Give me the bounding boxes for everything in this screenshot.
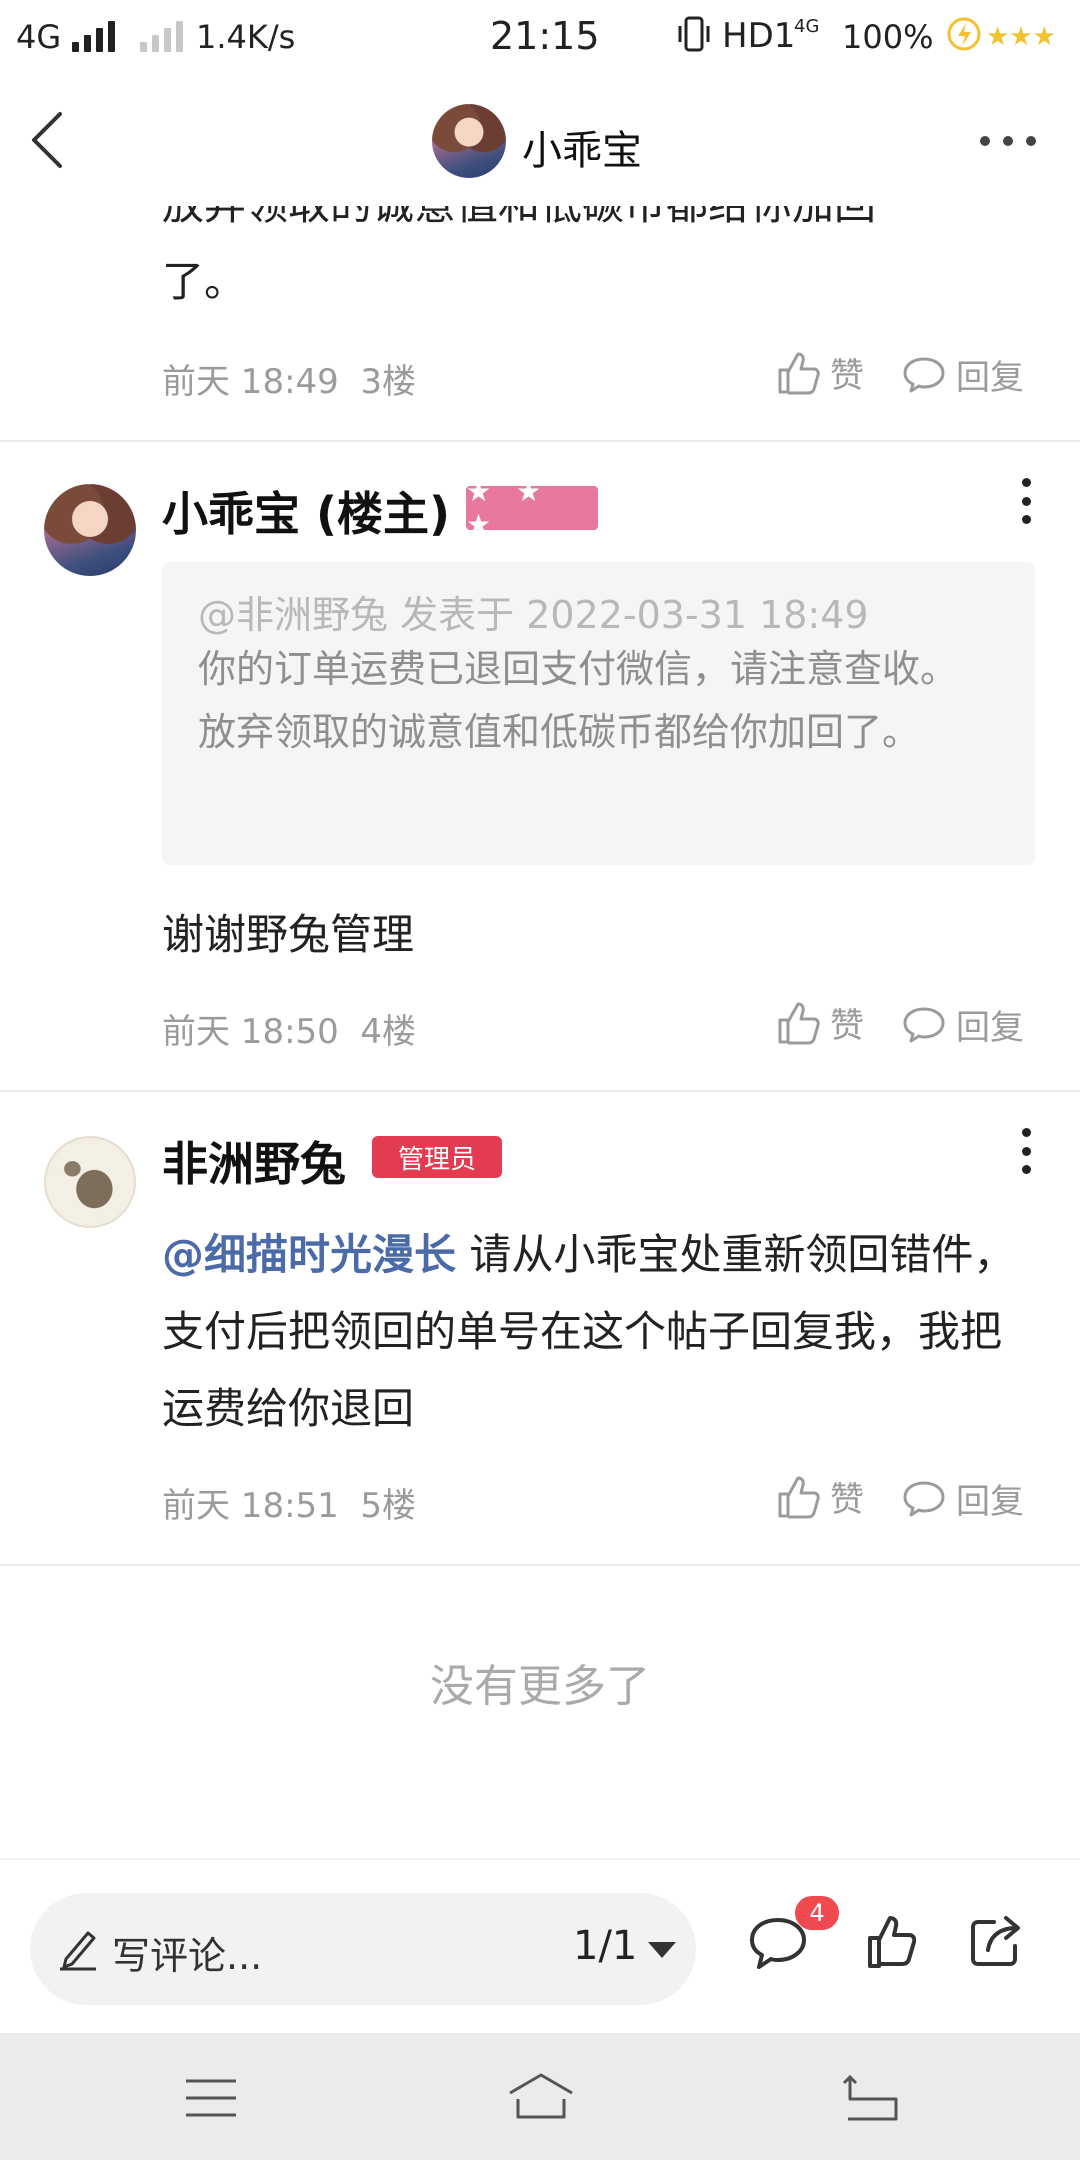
comment-bubble-icon <box>903 1481 945 1516</box>
post-divider <box>0 1564 1080 1566</box>
reply-button[interactable]: 回复 <box>902 1474 1024 1523</box>
like-button[interactable]: 赞 <box>776 1472 864 1521</box>
like-label: 赞 <box>830 356 864 396</box>
comment-bubble-icon <box>903 357 945 392</box>
post-divider <box>0 1090 1080 1092</box>
battery-level: 100% <box>842 18 934 56</box>
reply-label: 回复 <box>956 1008 1024 1048</box>
more-options-icon[interactable] <box>980 136 1036 150</box>
user-name[interactable]: 小乖宝 (楼主) <box>162 478 450 544</box>
share-icon <box>971 1916 1020 1966</box>
level-badge: ★ ★ ★ <box>466 475 598 541</box>
chevron-left-icon <box>32 112 62 168</box>
network-type: 4G <box>16 18 62 56</box>
header-title: 小乖宝 <box>522 128 642 174</box>
quote-body: 你的订单运费已退回支付微信，请注意查收。放弃领取的诚意值和低碳币都给你加回了。 <box>198 647 959 754</box>
quoted-reply: @非洲野兔 发表于 2022-03-31 18:49 你的订单运费已退回支付微信… <box>162 562 1035 865</box>
caret-down-icon[interactable] <box>648 1942 676 1958</box>
back-arrow-icon <box>842 2074 898 2121</box>
thumbs-up-icon <box>778 352 820 394</box>
end-of-list-text: 没有更多了 <box>430 1661 650 1712</box>
home-icon <box>509 2073 573 2119</box>
signal-strength-icon <box>72 20 115 52</box>
rating-stars: ★★★ <box>986 22 1056 52</box>
menu-nav-button[interactable] <box>184 2077 238 2119</box>
network-speed: 1.4K/s <box>196 18 296 56</box>
like-button[interactable]: 赞 <box>776 348 864 397</box>
floor-number: 3楼 <box>360 362 417 402</box>
post-time: 前天 18:51 5楼 <box>162 1478 416 1527</box>
menu-icon <box>186 2079 236 2117</box>
reply-button[interactable]: 回复 <box>902 350 1024 399</box>
page-indicator[interactable]: 1/1 <box>573 1923 637 1969</box>
back-button[interactable] <box>26 110 76 170</box>
clock: 21:15 <box>490 14 600 58</box>
post-text-line: 了。 <box>162 257 247 306</box>
quote-header: @非洲野兔 发表于 2022-03-31 18:49 <box>198 593 869 637</box>
comment-toolbar: 写评论... 1/1 4 <box>0 1858 1080 2033</box>
comment-placeholder: 写评论... <box>112 1934 263 1978</box>
signal-strength-2-icon <box>140 20 183 52</box>
like-label: 赞 <box>830 1480 864 1520</box>
user-name[interactable]: 非洲野兔 <box>162 1128 346 1194</box>
post-divider <box>0 440 1080 442</box>
comment-count-badge: 4 <box>795 1896 839 1930</box>
post-timestamp: 前天 18:51 <box>162 1486 339 1526</box>
comment-input[interactable]: 写评论... 1/1 <box>30 1893 696 2005</box>
comment-bubble-icon <box>903 1007 945 1042</box>
post-time: 前天 18:50 4楼 <box>162 1004 416 1053</box>
vibrate-icon <box>676 14 712 63</box>
like-post-button[interactable] <box>866 1914 917 1970</box>
user-mention[interactable]: @细描时光漫长 <box>162 1230 456 1279</box>
post-more-icon[interactable] <box>1020 478 1032 524</box>
post-more-icon[interactable] <box>1020 1128 1032 1174</box>
floor-number: 4楼 <box>360 1012 417 1052</box>
like-label: 赞 <box>830 1006 864 1046</box>
charging-icon <box>946 16 982 61</box>
thumbs-up-icon <box>778 1476 820 1518</box>
author-avatar[interactable] <box>432 104 506 178</box>
network-type-2: 4G <box>794 16 820 37</box>
post-timestamp: 前天 18:49 <box>162 362 339 402</box>
status-bar: 4G 1.4K/s 21:15 HD1 4G 100% ★★★ <box>0 0 1080 76</box>
top-header: 小乖宝 <box>0 76 1080 206</box>
like-button[interactable]: 赞 <box>776 998 864 1047</box>
system-nav-bar <box>0 2033 1080 2160</box>
floor-number: 5楼 <box>360 1486 417 1526</box>
post-floor-3: 放弃领取的诚意值和低碳币都给你加回 了。 <box>0 206 1080 440</box>
post-timestamp: 前天 18:50 <box>162 1012 339 1052</box>
reply-label: 回复 <box>956 1482 1024 1522</box>
admin-badge: 管理员 <box>372 1136 502 1178</box>
post-time: 前天 18:49 3楼 <box>162 354 416 403</box>
post-text-line: 放弃领取的诚意值和低碳币都给你加回 <box>162 206 1022 243</box>
post-text: 谢谢野兔管理 <box>162 910 415 959</box>
post-text-partial: 放弃领取的诚意值和低碳币都给你加回 了。 <box>162 206 1022 320</box>
share-button[interactable] <box>968 1914 1024 1970</box>
pencil-icon <box>60 1931 96 1971</box>
thumbs-up-icon <box>868 1916 917 1968</box>
back-nav-button[interactable] <box>840 2073 900 2121</box>
user-avatar[interactable] <box>44 1136 136 1228</box>
home-nav-button[interactable] <box>506 2071 576 2121</box>
user-avatar[interactable] <box>44 484 136 576</box>
thumbs-up-icon <box>778 1002 820 1044</box>
reply-label: 回复 <box>956 358 1024 398</box>
post-text: @细描时光漫长 请从小乖宝处重新领回错件，支付后把领回的单号在这个帖子回复我，我… <box>162 1216 1032 1447</box>
hd-indicator: HD1 <box>722 16 796 56</box>
reply-button[interactable]: 回复 <box>902 1000 1024 1049</box>
